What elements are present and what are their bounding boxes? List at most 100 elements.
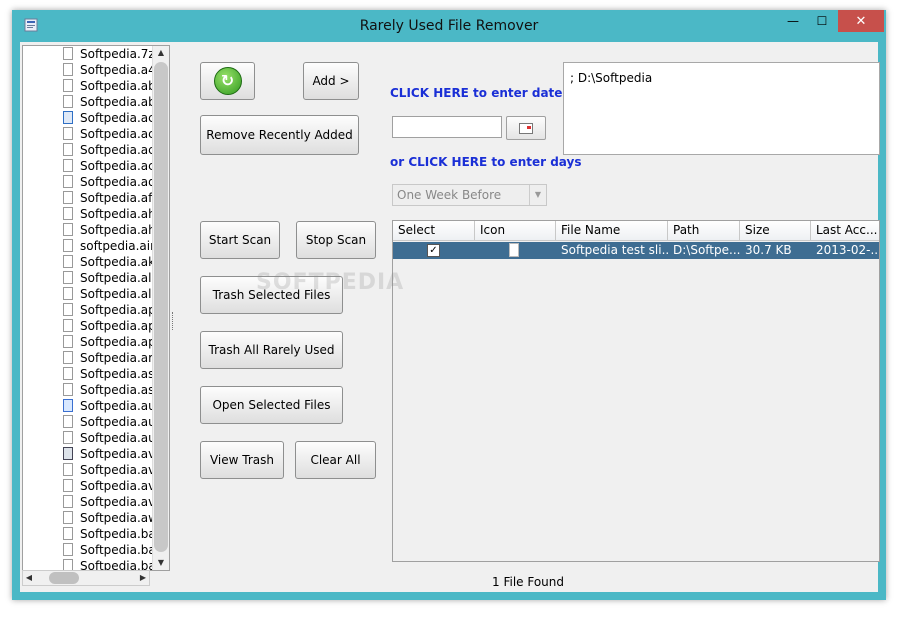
scan-paths-box[interactable]: ; D:\Softpedia xyxy=(563,62,880,155)
scroll-up-icon[interactable]: ▲ xyxy=(153,46,169,60)
file-icon xyxy=(63,543,73,556)
scroll-thumb[interactable] xyxy=(154,62,168,552)
start-scan-button[interactable]: Start Scan xyxy=(200,221,280,259)
tree-item[interactable]: Softpedia.a4 xyxy=(23,62,169,78)
tree-item[interactable]: Softpedia.akf xyxy=(23,254,169,270)
column-header-select[interactable]: Select xyxy=(393,221,475,241)
tree-horizontal-scrollbar[interactable]: ◀ ▶ xyxy=(22,570,150,586)
close-button[interactable]: ✕ xyxy=(838,10,884,32)
tree-item[interactable]: Softpedia.avi xyxy=(23,462,169,478)
file-icon xyxy=(63,479,73,492)
stop-scan-button[interactable]: Stop Scan xyxy=(296,221,376,259)
tree-item[interactable]: Softpedia.bal xyxy=(23,526,169,542)
column-header-last-access[interactable]: Last Acc... xyxy=(811,221,879,241)
tree-item[interactable]: Softpedia.act xyxy=(23,158,169,174)
tree-item-label: softpedia.ain xyxy=(80,239,158,253)
file-icon xyxy=(63,271,73,284)
tree-item-label: Softpedia.alg xyxy=(80,271,160,285)
add-button[interactable]: Add > xyxy=(303,62,359,100)
tree-item-label: Softpedia.ahc xyxy=(80,207,163,221)
tree-item[interactable]: softpedia.ain xyxy=(23,238,169,254)
tree-item-label: Softpedia.bal xyxy=(80,527,160,541)
tree-item[interactable]: Softpedia.ali xyxy=(23,286,169,302)
cell-size: 30.7 KB xyxy=(745,243,792,257)
tree-item-label: Softpedia.au xyxy=(80,399,156,413)
view-trash-button[interactable]: View Trash xyxy=(200,441,284,479)
tree-item-label: Softpedia.apl xyxy=(80,303,160,317)
tree-item[interactable]: Softpedia.aw xyxy=(23,510,169,526)
file-icon xyxy=(63,383,73,396)
tree-item[interactable]: Softpedia.abv xyxy=(23,94,169,110)
tree-item[interactable]: Softpedia.au3 xyxy=(23,414,169,430)
enter-days-link[interactable]: or CLICK HERE to enter days xyxy=(390,155,582,169)
tree-item[interactable]: Softpedia.avi xyxy=(23,446,169,462)
file-icon xyxy=(63,255,73,268)
chevron-down-icon: ▼ xyxy=(529,185,546,205)
enter-date-link[interactable]: CLICK HERE to enter date xyxy=(390,86,562,100)
tree-item[interactable]: Softpedia.aux xyxy=(23,430,169,446)
tree-item[interactable]: Softpedia.au xyxy=(23,398,169,414)
cell-path: D:\Softpe... xyxy=(673,243,740,257)
cell-last-access: 2013-02-... xyxy=(816,243,880,257)
tree-item-label: Softpedia.ahl xyxy=(80,223,160,237)
calendar-button[interactable] xyxy=(506,116,546,140)
splitter-grip[interactable] xyxy=(172,312,176,330)
tree-item[interactable]: Softpedia.arc xyxy=(23,350,169,366)
tree-item[interactable]: Softpedia.avi xyxy=(23,478,169,494)
tree-item[interactable]: Softpedia.asc xyxy=(23,366,169,382)
column-header-size[interactable]: Size xyxy=(740,221,811,241)
date-input[interactable] xyxy=(392,116,502,138)
tree-item[interactable]: Softpedia.7z xyxy=(23,46,169,62)
tree-item[interactable]: Softpedia.asr xyxy=(23,382,169,398)
tree-item[interactable]: Softpedia.afp xyxy=(23,190,169,206)
tree-item[interactable]: Softpedia.ab xyxy=(23,78,169,94)
tree-item-label: Softpedia.act xyxy=(80,159,160,173)
remove-recently-added-button[interactable]: Remove Recently Added xyxy=(200,115,359,155)
column-header-icon[interactable]: Icon xyxy=(475,221,556,241)
results-table[interactable]: Select Icon File Name Path Size Last Acc… xyxy=(392,220,880,562)
watermark: SOFTPEDIA xyxy=(256,270,405,295)
tree-item[interactable]: Softpedia.ads xyxy=(23,174,169,190)
file-icon xyxy=(63,175,73,188)
select-checkbox[interactable]: ✓ xyxy=(427,244,440,257)
table-row[interactable]: ✓ Softpedia test sli... D:\Softpe... 30.… xyxy=(393,242,880,259)
file-tree[interactable]: Softpedia.bas Softpedia.bar Softpedia.bal S… xyxy=(22,45,170,571)
period-select[interactable]: One Week Before ▼ xyxy=(392,184,547,206)
maximize-button[interactable]: ☐ xyxy=(808,10,836,32)
file-icon xyxy=(63,287,73,300)
tree-item[interactable]: Softpedia.acc xyxy=(23,126,169,142)
tree-item[interactable]: Softpedia.apl xyxy=(23,302,169,318)
scroll-down-icon[interactable]: ▼ xyxy=(153,556,169,570)
refresh-button[interactable]: ↻ xyxy=(200,62,255,100)
file-icon xyxy=(63,47,73,60)
tree-item[interactable]: Softpedia.bar xyxy=(23,542,169,558)
file-icon xyxy=(63,431,73,444)
trash-all-rarely-used-button[interactable]: Trash All Rarely Used xyxy=(200,331,343,369)
file-icon xyxy=(63,511,73,524)
title-bar[interactable]: Rarely Used File Remover — ☐ ✕ xyxy=(12,10,886,42)
file-icon xyxy=(63,223,73,236)
scroll-thumb[interactable] xyxy=(49,572,79,584)
scroll-right-icon[interactable]: ▶ xyxy=(137,571,149,585)
tree-item[interactable]: Softpedia.apr xyxy=(23,318,169,334)
scroll-left-icon[interactable]: ◀ xyxy=(23,571,35,585)
tree-item[interactable]: Softpedia.app xyxy=(23,334,169,350)
clear-all-button[interactable]: Clear All xyxy=(295,441,376,479)
tree-vertical-scrollbar[interactable]: ▲ ▼ xyxy=(152,46,169,570)
tree-item[interactable]: Softpedia.alg xyxy=(23,270,169,286)
file-icon xyxy=(63,463,73,476)
tree-item-label: Softpedia.acc xyxy=(80,127,162,141)
tree-item-label: Softpedia.ads xyxy=(80,175,163,189)
file-icon xyxy=(63,415,73,428)
minimize-button[interactable]: — xyxy=(778,10,808,32)
tree-item[interactable]: Softpedia.acf xyxy=(23,142,169,158)
tree-item[interactable]: Softpedia.ahc xyxy=(23,206,169,222)
column-header-path[interactable]: Path xyxy=(668,221,740,241)
tree-item[interactable]: Softpedia.ahl xyxy=(23,222,169,238)
open-selected-files-button[interactable]: Open Selected Files xyxy=(200,386,343,424)
tree-item[interactable]: Softpedia.avr xyxy=(23,494,169,510)
tree-item-label: Softpedia.aux xyxy=(80,431,163,445)
tree-item-label: Softpedia.aw xyxy=(80,511,158,525)
tree-item[interactable]: Softpedia.ac3 xyxy=(23,110,169,126)
column-header-file-name[interactable]: File Name xyxy=(556,221,668,241)
